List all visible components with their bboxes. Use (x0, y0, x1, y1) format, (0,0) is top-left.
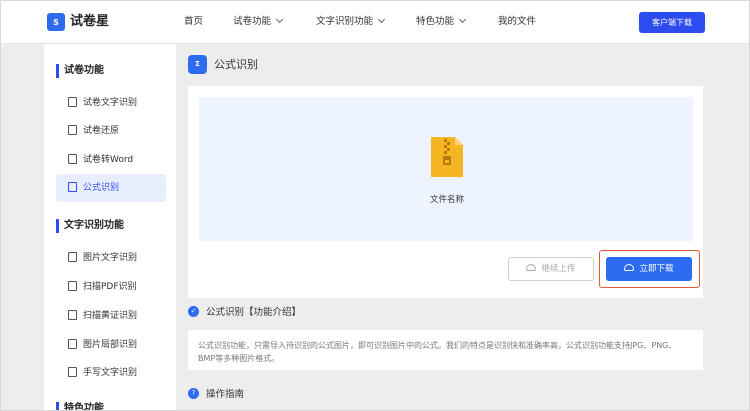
scan-icon (68, 280, 77, 291)
intro-heading: ✓ 公式识别【功能介绍】 (188, 306, 301, 320)
sidebar-item-image-text[interactable]: 图片文字识别 (56, 244, 166, 272)
document-icon (68, 124, 77, 135)
nav-my-files[interactable]: 我的文件 (498, 0, 536, 44)
sidebar-item-exam-text[interactable]: 试卷文字识别 (56, 89, 166, 117)
intro-text: 公式识别功能，只需导入待识别的公式图片，即可识别图片中的公式。我们的特点是识别快… (198, 341, 677, 363)
sidebar-section-title: 特色功能 (56, 402, 104, 411)
logo-text[interactable]: 试卷星 (70, 12, 109, 32)
formula-icon (68, 181, 77, 192)
sidebar-item-handwriting[interactable]: 手写文字识别 (56, 359, 166, 387)
sidebar-item-scan-id[interactable]: 扫描黄证识别 (56, 302, 166, 330)
chevron-down-icon (377, 15, 386, 24)
sidebar: 试卷功能 试卷文字识别 试卷还原 试卷转Word 公式识别 文字识别功能 图片文… (44, 44, 176, 411)
sidebar-section-title: 文字识别功能 (56, 219, 124, 233)
nav-home[interactable]: 首页 (184, 0, 203, 44)
document-icon (68, 96, 77, 107)
formula-icon: Σ (188, 55, 207, 74)
id-card-icon (68, 309, 77, 320)
sidebar-item-scan-pdf[interactable]: 扫描PDF识别 (56, 273, 166, 301)
page-title: 公式识别 (214, 58, 258, 71)
info-badge-icon: ✓ (188, 306, 199, 317)
pen-icon (68, 366, 77, 377)
file-name: 文件名称 (429, 195, 464, 205)
zip-file-icon (431, 137, 463, 177)
crop-icon (68, 338, 77, 349)
sidebar-item-exam-to-word[interactable]: 试卷转Word (56, 146, 166, 174)
image-icon (68, 251, 77, 262)
cloud-upload-icon (526, 264, 537, 271)
logo-icon: S (47, 13, 65, 31)
nav-exam-features[interactable]: 试卷功能 (233, 0, 284, 44)
chevron-down-icon (275, 15, 284, 24)
document-icon (68, 153, 77, 164)
top-header: S 试卷星 首页 试卷功能 文字识别功能 特色功能 我的文件 客户端下载 (0, 0, 750, 44)
guide-heading: ? 操作指南 (188, 388, 244, 402)
svg-text:S: S (53, 18, 59, 27)
sidebar-item-formula[interactable]: 公式识别 (56, 174, 166, 202)
nav-text-recognition[interactable]: 文字识别功能 (316, 0, 386, 44)
chevron-down-icon (458, 15, 467, 24)
sidebar-item-image-partial[interactable]: 图片局部识别 (56, 331, 166, 359)
continue-upload-button[interactable]: 继续上传 (508, 257, 594, 281)
client-download-button[interactable]: 客户端下载 (639, 12, 705, 33)
cloud-download-icon (624, 264, 635, 271)
download-now-button[interactable]: 立即下载 (606, 257, 692, 281)
guide-badge-icon: ? (188, 388, 199, 399)
sidebar-item-exam-restore[interactable]: 试卷还原 (56, 117, 166, 145)
sidebar-section-title: 试卷功能 (56, 64, 104, 78)
nav-special-features[interactable]: 特色功能 (416, 0, 467, 44)
